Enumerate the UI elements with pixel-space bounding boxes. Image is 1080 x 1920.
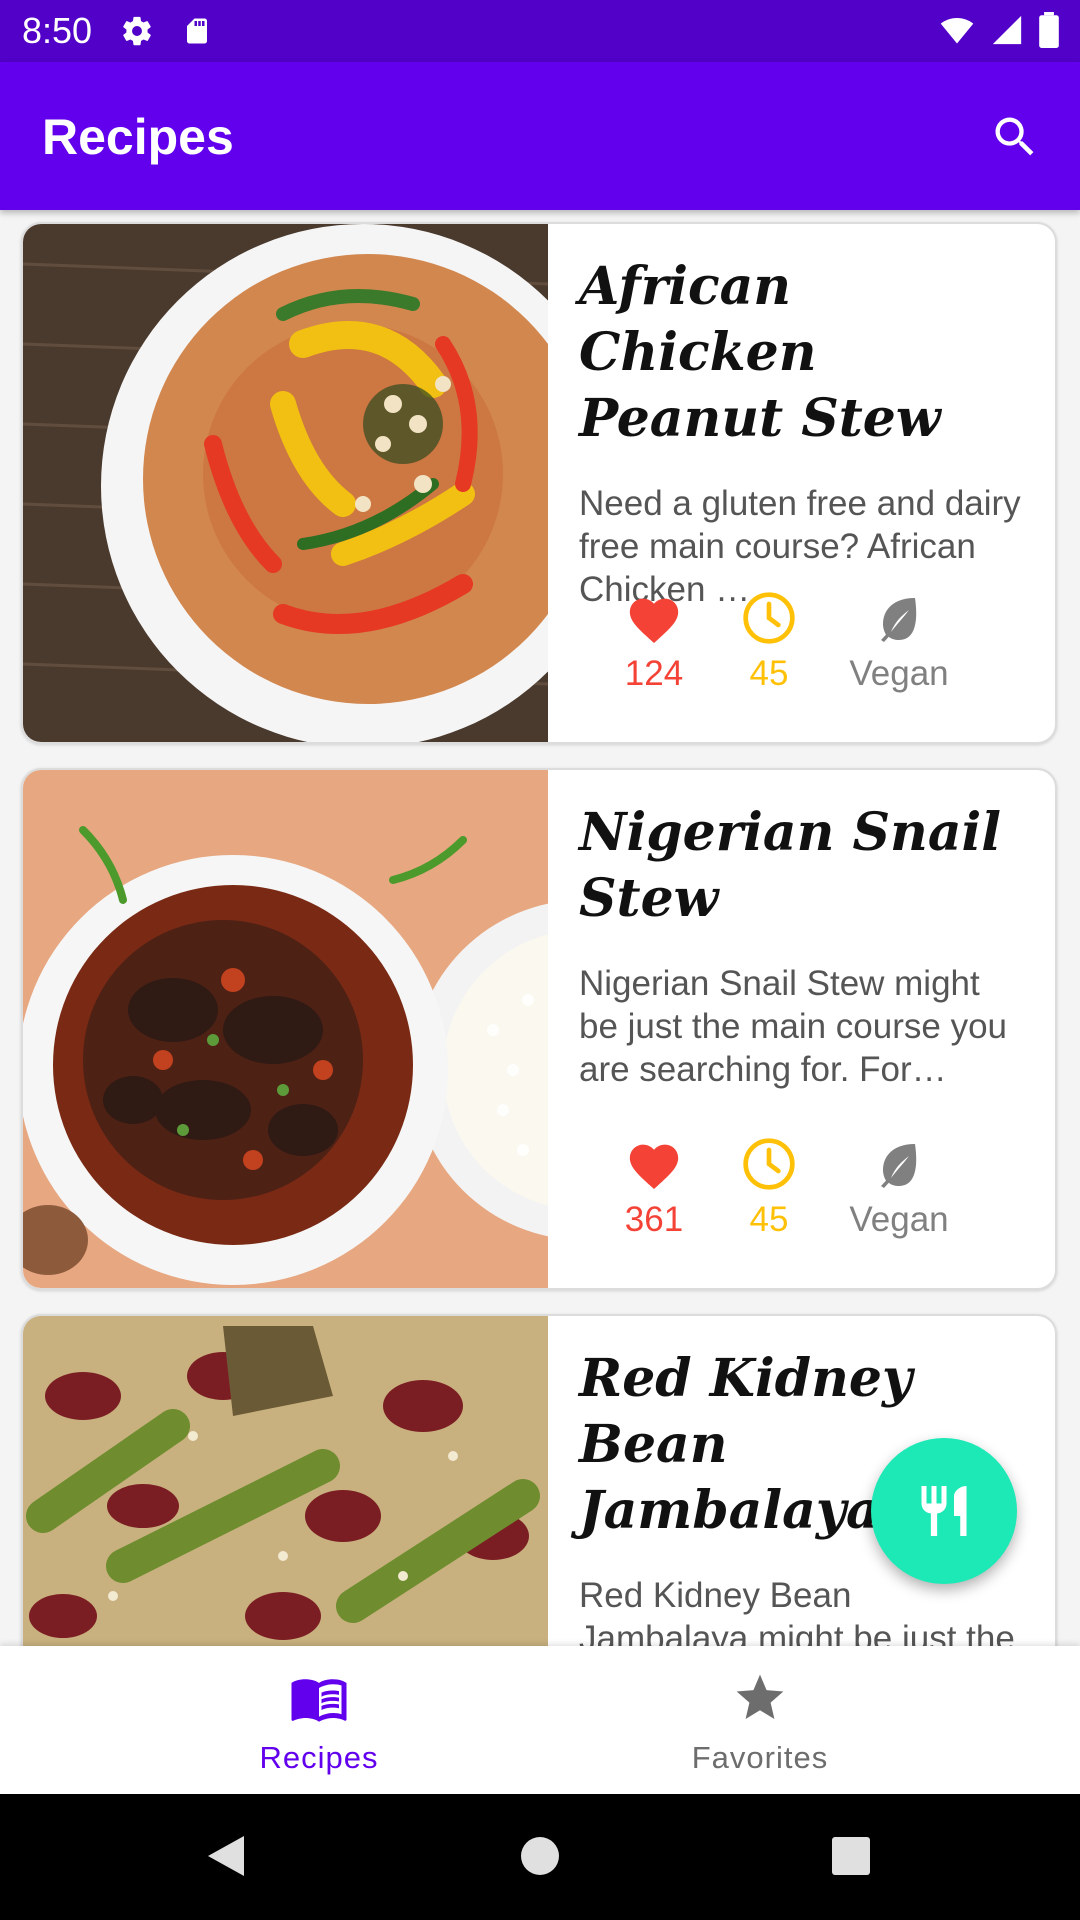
clock-icon bbox=[743, 1138, 795, 1190]
back-button[interactable] bbox=[204, 1832, 248, 1885]
nav-item-favorites[interactable]: Favorites bbox=[610, 1668, 910, 1776]
diet-label: Vegan bbox=[849, 654, 949, 693]
status-bar: 8:50 bbox=[0, 0, 1080, 62]
app-bar: Recipes bbox=[0, 62, 1080, 210]
likes-stat: 361 bbox=[599, 1132, 709, 1240]
recipe-image bbox=[23, 224, 548, 742]
diet-label: Vegan bbox=[849, 1200, 949, 1239]
recipe-image bbox=[23, 1316, 548, 1646]
recipe-stats: 124 45 Vegan bbox=[579, 586, 979, 696]
nav-item-recipes[interactable]: Recipes bbox=[169, 1668, 469, 1776]
heart-icon bbox=[629, 1144, 679, 1190]
time-minutes: 45 bbox=[749, 1200, 789, 1239]
nav-label-favorites: Favorites bbox=[691, 1740, 829, 1775]
system-navigation-bar bbox=[0, 1794, 1080, 1920]
home-button[interactable] bbox=[519, 1832, 561, 1885]
home-circle-icon bbox=[521, 1837, 559, 1875]
time-minutes: 45 bbox=[749, 654, 789, 693]
likes-stat: 124 bbox=[599, 586, 709, 694]
recipe-card[interactable]: African Chicken Peanut Stew Need a glute… bbox=[21, 222, 1057, 744]
leaf-icon bbox=[881, 1144, 917, 1188]
recents-square-icon bbox=[832, 1837, 870, 1875]
recipe-title: Nigerian Snail Stew bbox=[579, 802, 1002, 929]
recents-button[interactable] bbox=[830, 1832, 872, 1885]
likes-count: 124 bbox=[624, 654, 684, 693]
likes-count: 361 bbox=[624, 1200, 684, 1239]
meal-fab-button[interactable] bbox=[871, 1438, 1017, 1584]
vegan-stat: Vegan bbox=[829, 1132, 969, 1240]
time-stat: 45 bbox=[714, 1132, 824, 1240]
recipe-title: African Chicken Peanut Stew bbox=[579, 256, 941, 449]
sd-card-icon bbox=[182, 14, 212, 48]
search-button[interactable] bbox=[984, 106, 1046, 168]
restaurant-icon bbox=[921, 1486, 967, 1536]
recipe-description: Nigerian Snail Stew might be just the ma… bbox=[579, 964, 1008, 1089]
book-open-icon bbox=[291, 1679, 347, 1722]
recipe-stats: 361 45 Vegan bbox=[579, 1132, 979, 1242]
signal-icon bbox=[990, 13, 1024, 52]
leaf-icon bbox=[881, 598, 917, 642]
recipe-description: Red Kidney Bean Jambalaya might be just … bbox=[579, 1576, 1015, 1646]
settings-icon bbox=[120, 14, 154, 48]
page-title: Recipes bbox=[42, 109, 234, 165]
wifi-icon bbox=[938, 13, 976, 52]
time-stat: 45 bbox=[714, 586, 824, 694]
back-triangle-icon bbox=[208, 1836, 244, 1876]
recipe-list[interactable]: African Chicken Peanut Stew Need a glute… bbox=[0, 210, 1080, 1646]
nav-label-recipes: Recipes bbox=[259, 1740, 379, 1775]
bottom-navigation: Recipes Favorites bbox=[0, 1646, 1080, 1794]
heart-icon bbox=[629, 598, 679, 644]
status-time: 8:50 bbox=[22, 10, 93, 51]
battery-icon bbox=[1038, 12, 1060, 53]
search-icon bbox=[995, 117, 1034, 156]
clock-icon bbox=[743, 592, 795, 644]
recipe-image bbox=[23, 770, 548, 1288]
vegan-stat: Vegan bbox=[829, 586, 969, 694]
recipe-card[interactable]: Nigerian Snail Stew Nigerian Snail Stew … bbox=[21, 768, 1057, 1290]
star-icon bbox=[736, 1674, 784, 1719]
